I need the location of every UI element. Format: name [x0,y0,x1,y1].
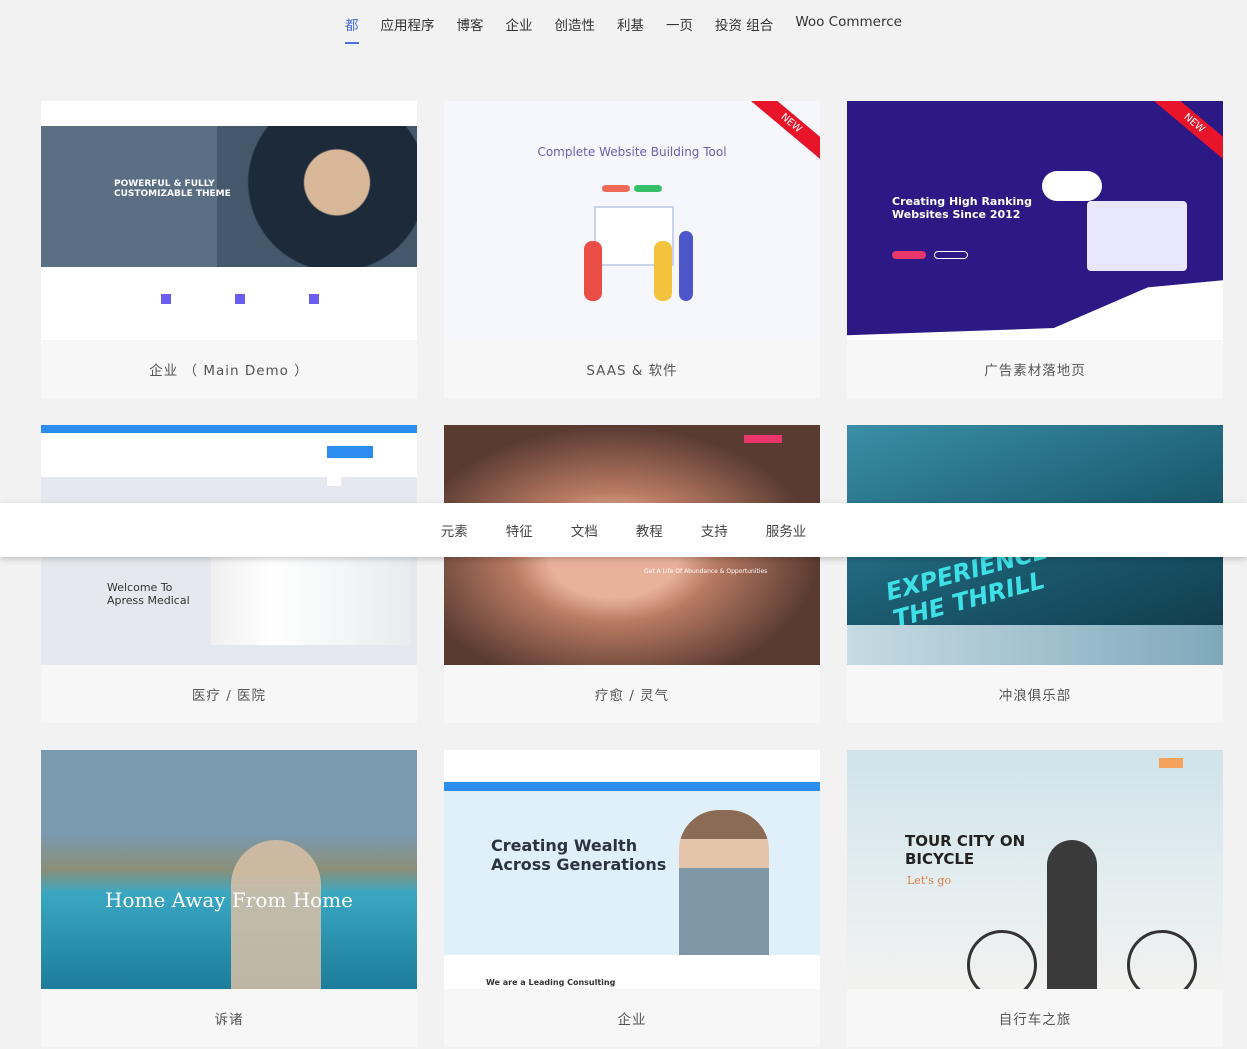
card-caption[interactable]: 广告素材落地页 [847,340,1223,398]
demo-card[interactable]: POWERFUL & FULLY CUSTOMIZABLE THEME 企业 （… [41,101,417,398]
demo-thumbnail[interactable]: TOUR CITY ON BICYCLE Let's go [847,750,1223,989]
card-caption[interactable]: 企业 （ Main Demo ） [41,340,417,398]
card-headline: POWERFUL & FULLY CUSTOMIZABLE THEME [114,179,231,199]
card-headline: Complete Website Building Tool [537,145,727,159]
filter-creative[interactable]: 创造性 [555,12,596,44]
demo-card[interactable]: Complete Website Building Tool NEW SAAS … [444,101,820,398]
subnav-docs[interactable]: 文档 [571,520,598,540]
sticky-subnav: 元素 特征 文档 教程 支持 服务业 [0,503,1247,557]
demo-card[interactable]: EXPERIENCE THE THRILL 冲浪俱乐部 [847,425,1223,723]
card-caption[interactable]: SAAS & 软件 [444,340,820,398]
demo-thumbnail[interactable]: POWERFUL & FULLY CUSTOMIZABLE THEME [41,101,417,340]
filter-blog[interactable]: 博客 [457,12,484,44]
demo-card[interactable]: Welcome To Apress Medical 医疗 / 医院 [41,425,417,723]
subnav-services[interactable]: 服务业 [766,520,807,540]
filter-all[interactable]: 都 [345,12,359,44]
filter-onepage[interactable]: 一页 [666,12,693,44]
subnav-support[interactable]: 支持 [701,520,728,540]
demo-card[interactable]: Creating Wealth Across Generations We ar… [444,750,820,1047]
card-caption[interactable]: 医疗 / 医院 [41,665,417,723]
demo-card[interactable]: Home Away From Home 诉诸 [41,750,417,1047]
demo-card[interactable]: Creating High Ranking Websites Since 201… [847,101,1223,398]
card-headline: Welcome To Apress Medical [107,581,190,607]
demo-thumbnail[interactable]: Creating Wealth Across Generations We ar… [444,750,820,989]
card-caption[interactable]: 诉诸 [41,989,417,1047]
card-headline: Creating Wealth Across Generations [491,836,667,874]
filter-woocommerce[interactable]: Woo Commerce [795,12,902,44]
card-subtitle: We are a Leading Consulting [486,978,616,987]
card-headline: Home Away From Home [105,888,353,912]
subnav-elements[interactable]: 元素 [441,520,468,540]
demo-card[interactable]: Get A Life Of Abundance & Opportunities … [444,425,820,723]
card-subtitle: Let's go [907,874,952,887]
filter-niche[interactable]: 利基 [617,12,644,44]
filter-business[interactable]: 企业 [506,12,533,44]
card-caption[interactable]: 冲浪俱乐部 [847,665,1223,723]
filter-tabs: 都 应用程序 博客 企业 创造性 利基 一页 投资 组合 Woo Commerc… [0,12,1247,44]
card-headline: TOUR CITY ON BICYCLE [905,832,1026,868]
demo-thumbnail[interactable]: Creating High Ranking Websites Since 201… [847,101,1223,340]
card-caption[interactable]: 自行车之旅 [847,989,1223,1047]
card-caption[interactable]: 企业 [444,989,820,1047]
card-headline: Get A Life Of Abundance & Opportunities [644,568,768,575]
card-caption[interactable]: 疗愈 / 灵气 [444,665,820,723]
card-headline: Creating High Ranking Websites Since 201… [892,195,1032,221]
filter-apps[interactable]: 应用程序 [381,12,435,44]
demo-card[interactable]: TOUR CITY ON BICYCLE Let's go 自行车之旅 [847,750,1223,1047]
demo-thumbnail[interactable]: Complete Website Building Tool NEW [444,101,820,340]
filter-portfolio[interactable]: 投资 组合 [715,12,773,44]
subnav-features[interactable]: 特征 [506,520,533,540]
demo-thumbnail[interactable]: Home Away From Home [41,750,417,989]
subnav-tutorials[interactable]: 教程 [636,520,663,540]
